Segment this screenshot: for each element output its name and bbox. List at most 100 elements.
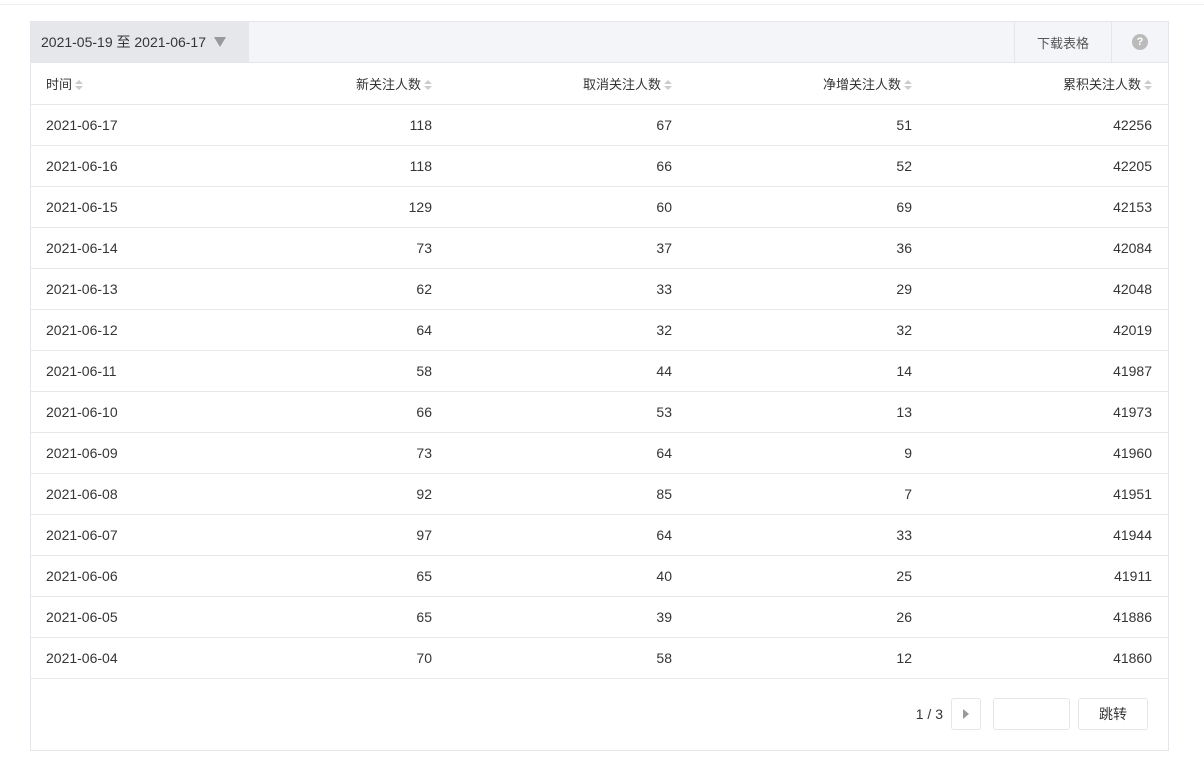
cell-total-followers: 41886 xyxy=(912,596,1168,638)
cell-time: 2021-06-05 xyxy=(31,596,201,638)
column-header-total-followers[interactable]: 累积关注人数 xyxy=(912,63,1168,105)
cell-unfollowers: 37 xyxy=(432,227,672,269)
page-info: 1 / 3 xyxy=(915,706,943,722)
question-icon: ? xyxy=(1132,34,1148,50)
cell-new-followers: 118 xyxy=(201,145,432,187)
table-row: 2021-06-07 97 64 33 41944 xyxy=(31,514,1168,556)
cell-total-followers: 42019 xyxy=(912,309,1168,351)
data-table: 时间 新关注人数 取消关注人数 净增关注人数 累积关注人数 2021-06-17 118 6… xyxy=(31,63,1168,679)
cell-total-followers: 42153 xyxy=(912,186,1168,228)
cell-net-followers: 13 xyxy=(672,391,912,433)
cell-time: 2021-06-10 xyxy=(31,391,201,433)
cell-unfollowers: 32 xyxy=(432,309,672,351)
column-label: 时间 xyxy=(46,76,73,92)
cell-net-followers: 26 xyxy=(672,596,912,638)
column-label: 新关注人数 xyxy=(355,76,421,92)
table-row: 2021-06-15 129 60 69 42153 xyxy=(31,186,1168,228)
table-row: 2021-06-05 65 39 26 41886 xyxy=(31,596,1168,638)
cell-time: 2021-06-13 xyxy=(31,268,201,310)
date-range-picker[interactable]: 2021-05-19 至 2021-06-17 xyxy=(31,22,249,62)
cell-new-followers: 65 xyxy=(201,596,432,638)
cell-net-followers: 33 xyxy=(672,514,912,556)
cell-net-followers: 14 xyxy=(672,350,912,392)
sort-icon[interactable] xyxy=(904,80,912,91)
toolbar: 2021-05-19 至 2021-06-17 下载表格 ? xyxy=(31,22,1168,63)
jump-button[interactable]: 跳转 xyxy=(1078,698,1148,730)
cell-time: 2021-06-17 xyxy=(31,104,201,146)
cell-total-followers: 41911 xyxy=(912,555,1168,597)
table-row: 2021-06-04 70 58 12 41860 xyxy=(31,637,1168,679)
cell-new-followers: 66 xyxy=(201,391,432,433)
table-row: 2021-06-10 66 53 13 41973 xyxy=(31,391,1168,433)
cell-net-followers: 12 xyxy=(672,637,912,679)
cell-new-followers: 58 xyxy=(201,350,432,392)
cell-new-followers: 118 xyxy=(201,104,432,146)
sort-icon[interactable] xyxy=(1144,80,1152,91)
column-header-unfollowers[interactable]: 取消关注人数 xyxy=(432,63,672,105)
cell-total-followers: 41944 xyxy=(912,514,1168,556)
cell-total-followers: 42256 xyxy=(912,104,1168,146)
cell-new-followers: 64 xyxy=(201,309,432,351)
sort-icon[interactable] xyxy=(75,80,84,91)
help-button[interactable]: ? xyxy=(1111,22,1168,62)
followers-data-panel: 2021-05-19 至 2021-06-17 下载表格 ? 时间 新关注人数 取消… xyxy=(30,21,1169,751)
table-row: 2021-06-12 64 32 32 42019 xyxy=(31,309,1168,351)
cell-total-followers: 41960 xyxy=(912,432,1168,474)
column-header-time[interactable]: 时间 xyxy=(31,63,201,105)
table-row: 2021-06-16 118 66 52 42205 xyxy=(31,145,1168,187)
sort-icon[interactable] xyxy=(424,80,432,91)
sort-icon[interactable] xyxy=(664,80,672,91)
table-row: 2021-06-14 73 37 36 42084 xyxy=(31,227,1168,269)
cell-unfollowers: 64 xyxy=(432,432,672,474)
cell-net-followers: 9 xyxy=(672,432,912,474)
table-header-row: 时间 新关注人数 取消关注人数 净增关注人数 累积关注人数 xyxy=(31,63,1168,105)
cell-net-followers: 51 xyxy=(672,104,912,146)
cell-net-followers: 36 xyxy=(672,227,912,269)
column-header-net-followers[interactable]: 净增关注人数 xyxy=(672,63,912,105)
cell-unfollowers: 39 xyxy=(432,596,672,638)
cell-unfollowers: 64 xyxy=(432,514,672,556)
cell-unfollowers: 53 xyxy=(432,391,672,433)
download-table-button[interactable]: 下载表格 xyxy=(1014,22,1111,62)
table-row: 2021-06-17 118 67 51 42256 xyxy=(31,104,1168,146)
cell-total-followers: 41860 xyxy=(912,637,1168,679)
cell-time: 2021-06-11 xyxy=(31,350,201,392)
jump-page-input[interactable] xyxy=(993,698,1070,730)
table-row: 2021-06-06 65 40 25 41911 xyxy=(31,555,1168,597)
cell-new-followers: 92 xyxy=(201,473,432,515)
cell-total-followers: 41951 xyxy=(912,473,1168,515)
next-page-button[interactable] xyxy=(951,698,981,730)
cell-total-followers: 41973 xyxy=(912,391,1168,433)
cell-unfollowers: 40 xyxy=(432,555,672,597)
cell-unfollowers: 60 xyxy=(432,186,672,228)
cell-net-followers: 7 xyxy=(672,473,912,515)
cell-net-followers: 52 xyxy=(672,145,912,187)
cell-unfollowers: 58 xyxy=(432,637,672,679)
cell-time: 2021-06-14 xyxy=(31,227,201,269)
cell-time: 2021-06-08 xyxy=(31,473,201,515)
cell-time: 2021-06-04 xyxy=(31,637,201,679)
cell-unfollowers: 33 xyxy=(432,268,672,310)
cell-new-followers: 70 xyxy=(201,637,432,679)
caret-down-icon xyxy=(214,37,227,47)
column-label: 累积关注人数 xyxy=(1062,76,1141,92)
cell-unfollowers: 67 xyxy=(432,104,672,146)
cell-net-followers: 29 xyxy=(672,268,912,310)
cell-new-followers: 73 xyxy=(201,432,432,474)
cell-time: 2021-06-15 xyxy=(31,186,201,228)
column-header-new-followers[interactable]: 新关注人数 xyxy=(201,63,432,105)
cell-net-followers: 69 xyxy=(672,186,912,228)
cell-unfollowers: 44 xyxy=(432,350,672,392)
cell-time: 2021-06-06 xyxy=(31,555,201,597)
column-label: 净增关注人数 xyxy=(822,76,901,92)
cell-new-followers: 97 xyxy=(201,514,432,556)
cell-total-followers: 41987 xyxy=(912,350,1168,392)
top-divider xyxy=(0,4,1204,5)
cell-net-followers: 25 xyxy=(672,555,912,597)
cell-new-followers: 62 xyxy=(201,268,432,310)
cell-time: 2021-06-09 xyxy=(31,432,201,474)
cell-total-followers: 42205 xyxy=(912,145,1168,187)
cell-new-followers: 129 xyxy=(201,186,432,228)
column-label: 取消关注人数 xyxy=(582,76,661,92)
table-row: 2021-06-09 73 64 9 41960 xyxy=(31,432,1168,474)
